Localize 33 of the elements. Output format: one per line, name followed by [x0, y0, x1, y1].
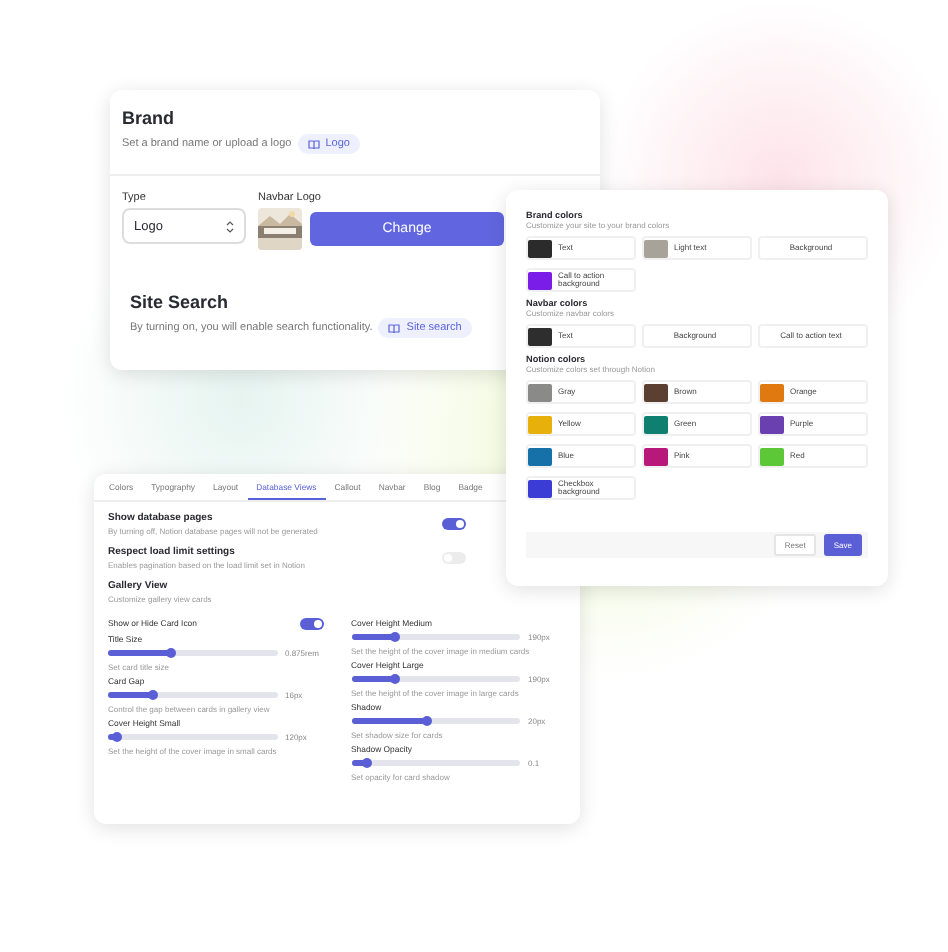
toggle-switch[interactable] — [299, 618, 323, 630]
slider-thumb[interactable] — [389, 632, 400, 642]
slider-thumb[interactable] — [165, 648, 176, 658]
slider-thumb[interactable] — [362, 758, 373, 768]
color-swatch[interactable] — [760, 447, 784, 465]
slider-thumb[interactable] — [422, 716, 433, 726]
color-swatch[interactable] — [528, 415, 552, 433]
slider-fill[interactable] — [108, 692, 154, 698]
color-swatch[interactable] — [760, 415, 784, 433]
slider-fill[interactable] — [351, 718, 428, 724]
color-swatch[interactable] — [644, 447, 668, 465]
book-icon — [307, 139, 320, 149]
color-swatch[interactable] — [644, 383, 668, 401]
color-swatch[interactable] — [528, 239, 552, 257]
slider-thumb[interactable] — [111, 732, 122, 742]
slider-thumb[interactable] — [389, 674, 400, 684]
color-swatch[interactable] — [644, 239, 668, 257]
color-swatch[interactable] — [760, 383, 784, 401]
color-swatch[interactable] — [528, 383, 552, 401]
color-swatch[interactable] — [528, 327, 552, 345]
slider-fill[interactable] — [108, 650, 171, 656]
section-title: Site Search — [130, 292, 229, 312]
color-swatch[interactable] — [528, 479, 552, 497]
color-swatch[interactable] — [528, 447, 552, 465]
section-title: Brand — [122, 108, 175, 128]
book-icon — [388, 323, 401, 333]
chevrons-icon — [226, 219, 234, 233]
color-swatch[interactable] — [528, 271, 552, 289]
slider-fill[interactable] — [351, 634, 395, 640]
slider-fill[interactable] — [351, 676, 395, 682]
slider-thumb[interactable] — [148, 690, 159, 700]
toggle-switch[interactable] — [442, 518, 466, 530]
color-swatch[interactable] — [644, 415, 668, 433]
